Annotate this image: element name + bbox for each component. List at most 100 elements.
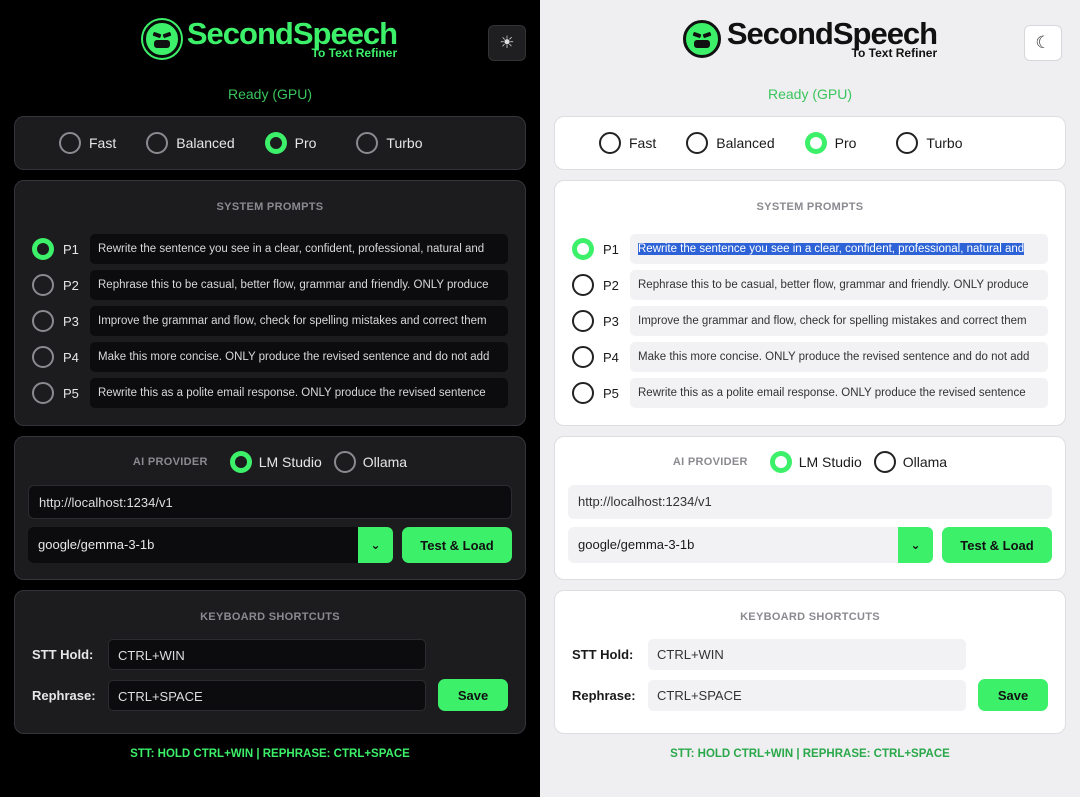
rephrase-input[interactable]: CTRL+SPACE [648, 679, 966, 711]
prompt-label: P4 [63, 349, 79, 365]
prompt-p5-input[interactable]: Rewrite this as a polite email response.… [630, 378, 1048, 408]
provider-label: LM Studio [798, 454, 862, 470]
prompt-p4-radio[interactable] [572, 346, 594, 368]
model-select[interactable]: google/gemma-3-1b ⌄ [28, 527, 393, 563]
ai-provider-card: AI PROVIDER LM Studio Ollama http://loca… [14, 436, 526, 580]
prompt-p3-input[interactable]: Improve the grammar and flow, check for … [90, 306, 508, 336]
prompt-row: P3 Improve the grammar and flow, check f… [32, 303, 508, 339]
app-logo: SecondSpeech To Text Refiner [142, 18, 398, 60]
prompt-p5-radio[interactable] [32, 382, 54, 404]
mode-balanced-radio[interactable] [686, 132, 709, 154]
mode-pro-radio[interactable] [804, 132, 827, 154]
provider-ollama[interactable]: Ollama [873, 451, 947, 473]
system-prompts-card: SYSTEM PROMPTS P1 Rewrite the sentence y… [554, 180, 1066, 426]
mode-label: Balanced [176, 135, 235, 151]
mode-label: Balanced [716, 135, 775, 151]
prompt-p1-input[interactable]: Rewrite the sentence you see in a clear,… [630, 234, 1048, 264]
selected-text: Rewrite the sentence you see in a clear,… [638, 243, 1025, 255]
provider-lmstudio-radio[interactable] [229, 451, 252, 473]
prompt-p3-radio[interactable] [32, 310, 54, 332]
stt-hold-input[interactable]: CTRL+WIN [648, 639, 966, 670]
logo-face-icon [682, 19, 721, 58]
keyboard-shortcuts-card: KEYBOARD SHORTCUTS STT Hold: CTRL+WIN Re… [14, 590, 526, 734]
mode-fast-radio[interactable] [599, 132, 621, 154]
header: SecondSpeech To Text Refiner ☾ [554, 0, 1066, 80]
mode-pro[interactable]: Pro [264, 132, 317, 154]
provider-lmstudio[interactable]: LM Studio [229, 451, 322, 473]
prompt-p4-radio[interactable] [32, 346, 54, 368]
app-subtitle: To Text Refiner [851, 46, 938, 60]
prompt-p2-input[interactable]: Rephrase this to be casual, better flow,… [90, 270, 508, 300]
prompt-label: P3 [603, 313, 619, 329]
header: SecondSpeech To Text Refiner ☀ [14, 0, 526, 80]
chevron-down-icon[interactable]: ⌄ [358, 527, 393, 563]
rephrase-input[interactable]: CTRL+SPACE [108, 679, 426, 711]
mode-fast[interactable]: Fast [59, 132, 116, 154]
dark-theme-pane: SecondSpeech To Text Refiner ☀ Ready (GP… [0, 0, 540, 797]
provider-ollama-radio[interactable] [873, 451, 896, 473]
mode-turbo-radio[interactable] [356, 132, 379, 154]
prompt-label: P1 [603, 241, 619, 257]
prompt-p5-input[interactable]: Rewrite this as a polite email response.… [90, 378, 508, 408]
theme-toggle-button[interactable]: ☀ [488, 25, 526, 61]
prompt-p4-input[interactable]: Make this more concise. ONLY produce the… [630, 342, 1048, 372]
prompt-label: P2 [63, 277, 79, 293]
provider-url-input[interactable]: http://localhost:1234/v1 [568, 485, 1052, 519]
stt-hold-input[interactable]: CTRL+WIN [108, 639, 426, 670]
mode-label: Pro [294, 135, 317, 151]
provider-ollama[interactable]: Ollama [333, 451, 408, 473]
prompt-p2-radio[interactable] [572, 274, 594, 296]
mode-balanced[interactable]: Balanced [146, 132, 235, 154]
chevron-down-icon[interactable]: ⌄ [898, 527, 933, 563]
model-select[interactable]: google/gemma-3-1b ⌄ [568, 527, 933, 563]
mode-pro[interactable]: Pro [804, 132, 856, 154]
keyboard-shortcuts-title: KEYBOARD SHORTCUTS [740, 611, 880, 623]
prompt-p1-radio[interactable] [32, 238, 54, 260]
light-theme-pane: SecondSpeech To Text Refiner ☾ Ready (GP… [540, 0, 1080, 797]
prompt-label: P3 [63, 313, 79, 329]
ai-provider-title: AI PROVIDER [132, 456, 208, 468]
prompt-row: P4 Make this more concise. ONLY produce … [572, 339, 1048, 375]
prompt-p2-input[interactable]: Rephrase this to be casual, better flow,… [630, 270, 1048, 300]
prompt-p5-radio[interactable] [572, 382, 594, 404]
provider-lmstudio-radio[interactable] [769, 451, 792, 473]
logo-face-icon [142, 19, 181, 58]
provider-label: LM Studio [258, 454, 322, 470]
prompt-p3-radio[interactable] [572, 310, 594, 332]
provider-lmstudio[interactable]: LM Studio [769, 451, 862, 473]
test-load-button[interactable]: Test & Load [942, 527, 1052, 563]
save-button[interactable]: Save [438, 679, 508, 711]
mode-pro-radio[interactable] [264, 132, 287, 154]
mode-label: Turbo [926, 135, 963, 151]
prompt-row: P2 Rephrase this to be casual, better fl… [32, 267, 508, 303]
prompt-row: P2 Rephrase this to be casual, better fl… [572, 267, 1048, 303]
mode-fast-radio[interactable] [59, 132, 81, 154]
provider-url-input[interactable]: http://localhost:1234/v1 [28, 485, 512, 519]
prompt-p2-radio[interactable] [32, 274, 54, 296]
mode-label: Fast [89, 135, 117, 151]
rephrase-label: Rephrase: [32, 687, 96, 703]
mode-turbo[interactable]: Turbo [356, 132, 422, 154]
prompt-p3-input[interactable]: Improve the grammar and flow, check for … [630, 306, 1048, 336]
save-button[interactable]: Save [978, 679, 1048, 711]
mode-label: Fast [629, 135, 657, 151]
mode-turbo[interactable]: Turbo [896, 132, 962, 154]
status-text: Ready (GPU) [227, 86, 313, 102]
test-load-button[interactable]: Test & Load [402, 527, 512, 563]
shortcut-hint: STT: HOLD CTRL+WIN | REPHRASE: CTRL+SPAC… [130, 748, 410, 760]
mode-fast[interactable]: Fast [599, 132, 656, 154]
prompt-label: P1 [63, 241, 79, 257]
provider-ollama-radio[interactable] [333, 451, 356, 473]
mode-balanced-radio[interactable] [146, 132, 169, 154]
app-subtitle: To Text Refiner [311, 46, 398, 60]
keyboard-shortcuts-title: KEYBOARD SHORTCUTS [200, 611, 340, 623]
mode-balanced[interactable]: Balanced [686, 132, 775, 154]
theme-toggle-button[interactable]: ☾ [1024, 25, 1062, 61]
prompt-p4-input[interactable]: Make this more concise. ONLY produce the… [90, 342, 508, 372]
provider-label: Ollama [362, 454, 408, 470]
prompt-p1-radio[interactable] [572, 238, 594, 260]
prompt-p1-input[interactable]: Rewrite the sentence you see in a clear,… [90, 234, 508, 264]
app-title: SecondSpeech [726, 16, 938, 51]
rephrase-label: Rephrase: [572, 687, 636, 703]
mode-turbo-radio[interactable] [896, 132, 919, 154]
